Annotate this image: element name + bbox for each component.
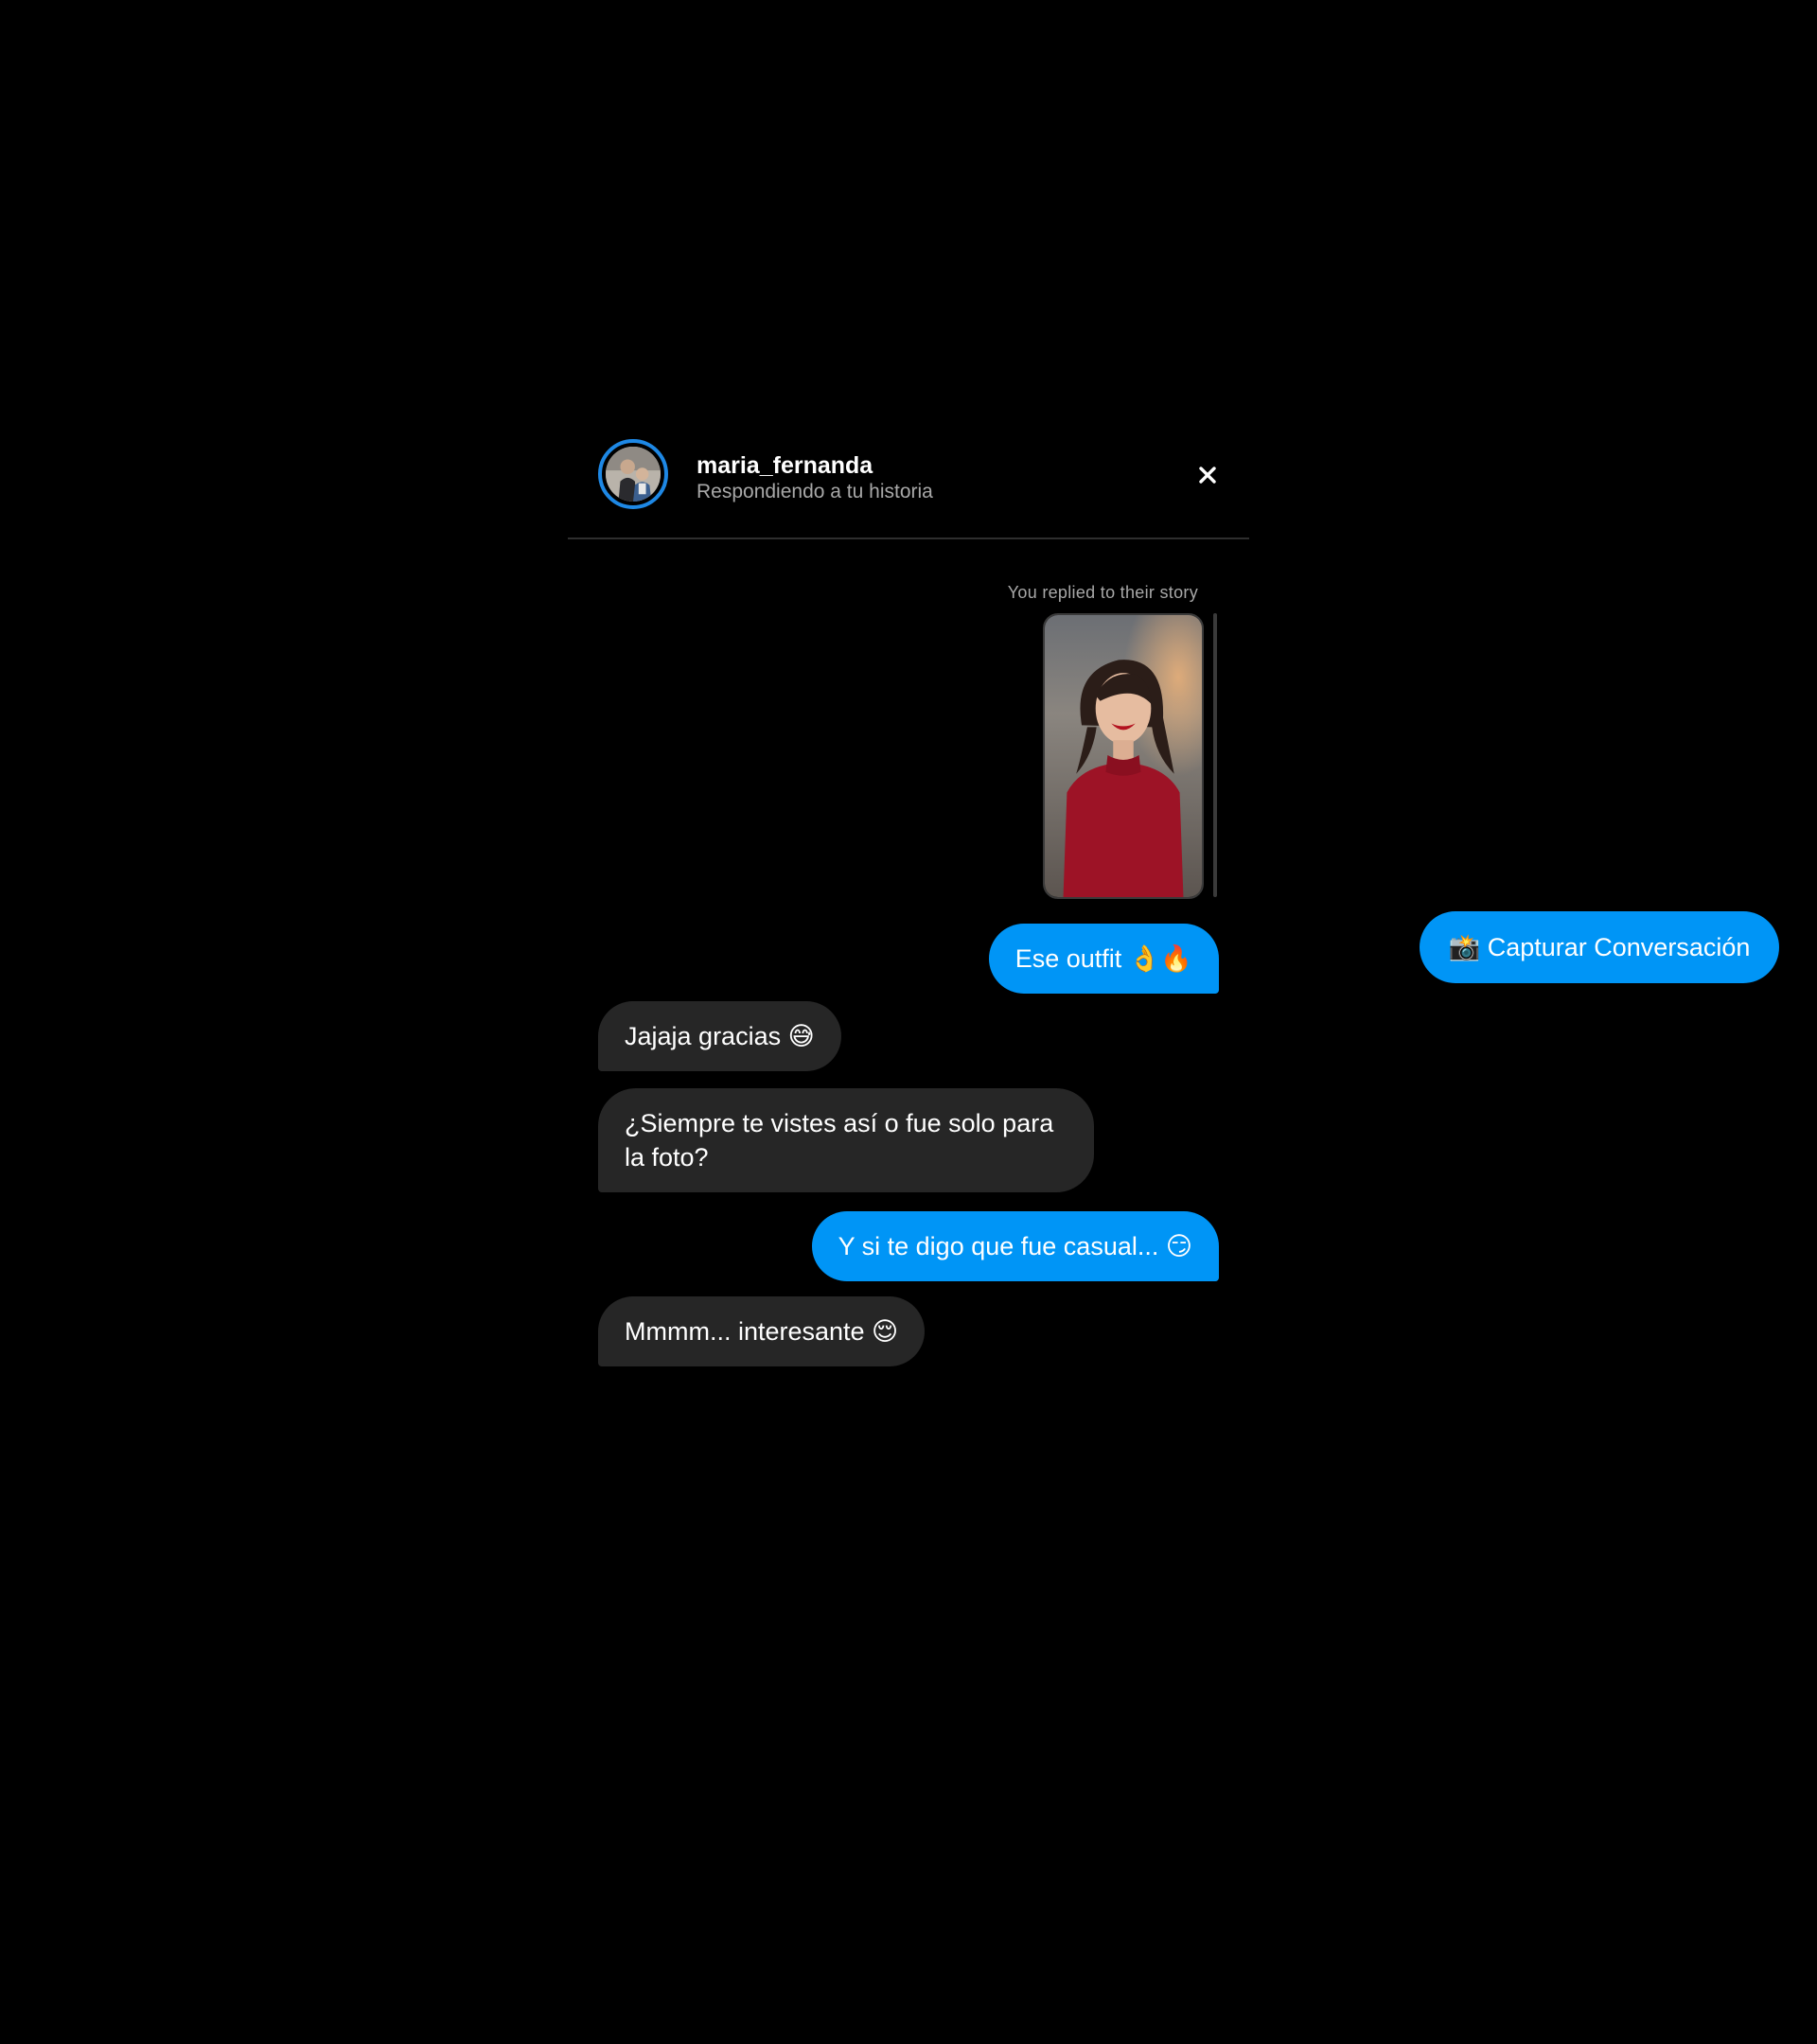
username[interactable]: maria_fernanda <box>697 452 873 480</box>
message-bubble-incoming[interactable]: Jajaja gracias 😅 <box>598 1001 841 1071</box>
story-image <box>1045 615 1202 897</box>
message-bubble-outgoing[interactable]: Y si te digo que fue casual... 😏 <box>811 1211 1219 1281</box>
close-icon-glyph <box>1199 467 1216 484</box>
capture-conversation-button[interactable]: 📸 Capturar Conversación <box>1420 911 1779 983</box>
chat-header: maria_fernanda Respondiendo a tu histori… <box>568 428 1249 539</box>
close-icon[interactable] <box>1194 462 1221 488</box>
story-reply-label: You replied to their story <box>1007 583 1198 602</box>
avatar-photo <box>606 447 661 502</box>
message-bubble-incoming[interactable]: ¿Siempre te vistes así o fue solo para l… <box>598 1088 1094 1192</box>
message-bubble-outgoing[interactable]: Ese outfit 👌🔥 <box>988 924 1219 994</box>
header-subtitle: Respondiendo a tu historia <box>697 481 933 502</box>
chat-window: maria_fernanda Respondiendo a tu histori… <box>568 428 1249 1366</box>
avatar[interactable] <box>598 439 668 509</box>
story-thumbnail[interactable] <box>1043 613 1204 899</box>
story-reply-bar <box>1213 613 1217 897</box>
message-bubble-incoming[interactable]: Mmmm... interesante 😌 <box>598 1296 926 1366</box>
avatar-image <box>606 447 661 502</box>
